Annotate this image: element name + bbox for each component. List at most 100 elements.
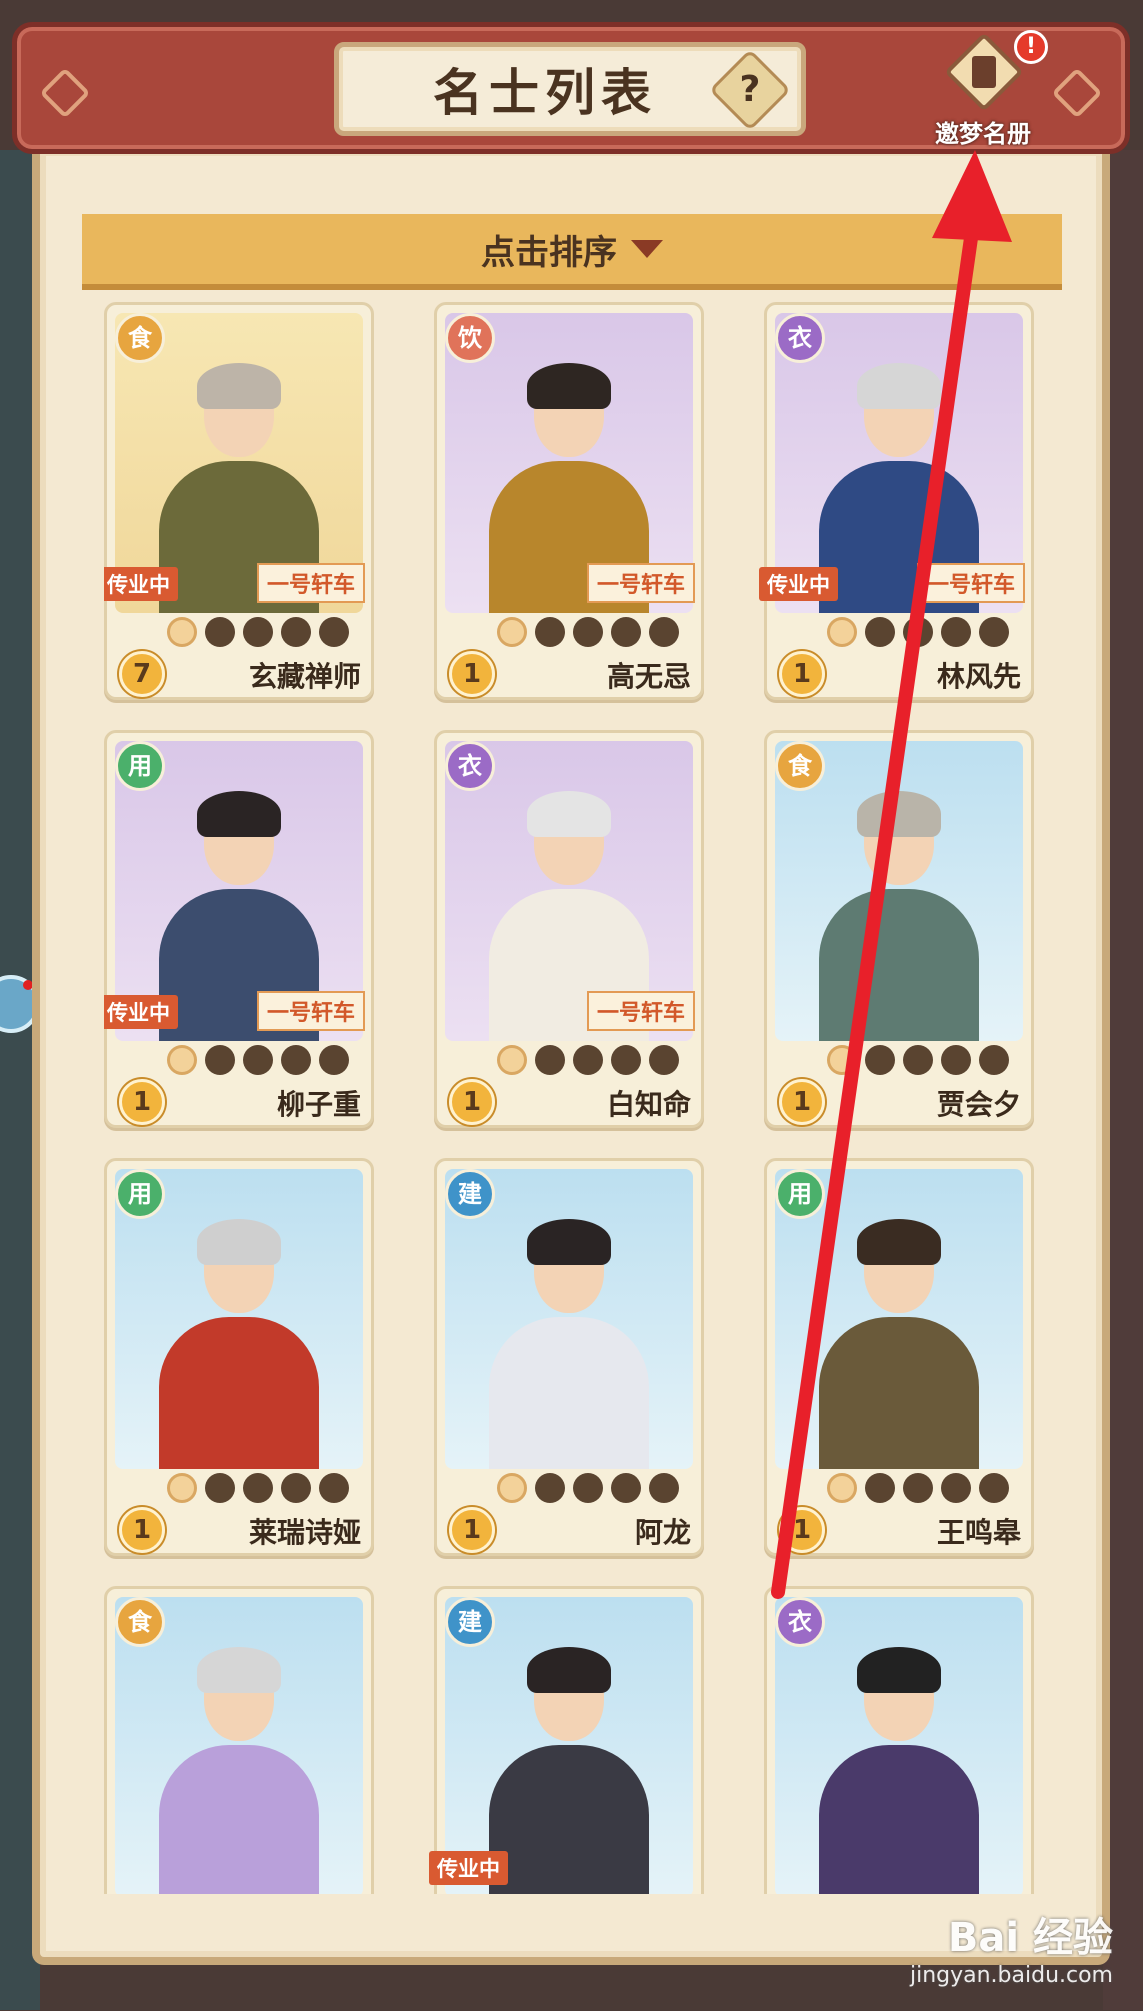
type-badge: 衣: [775, 313, 825, 363]
star-icon: [941, 617, 971, 647]
star-icon: [497, 1473, 527, 1503]
celebrity-card[interactable]: 衣一号轩车 传业中 1 林风先: [759, 302, 1034, 700]
star-icon: [649, 1473, 679, 1503]
character-figure: [819, 791, 979, 1041]
character-figure: [159, 1219, 319, 1469]
cart-tag: 一号轩车: [586, 563, 695, 603]
star-icon: [319, 1045, 349, 1075]
celebrity-card[interactable]: 衣一号轩车 1 白知命: [434, 730, 704, 1128]
star-rating: [827, 1045, 1009, 1075]
celebrity-name: 白知命: [606, 1088, 691, 1121]
help-button[interactable]: ?: [708, 48, 792, 132]
star-rating: [497, 1045, 679, 1075]
teaching-tag: 传业中: [429, 1851, 508, 1885]
teaching-tag: 传业中: [759, 567, 838, 601]
star-icon: [167, 617, 197, 647]
star-icon: [167, 1045, 197, 1075]
level-badge: 1: [449, 651, 495, 697]
star-rating: [827, 617, 1009, 647]
celebrity-name: 阿龙: [634, 1516, 691, 1549]
character-figure: [159, 1647, 319, 1894]
celebrity-card[interactable]: 食一号轩车 传业中 7 玄藏禅师: [104, 302, 374, 700]
star-icon: [941, 1045, 971, 1075]
type-badge: 食: [115, 313, 165, 363]
star-icon: [497, 617, 527, 647]
star-icon: [535, 617, 565, 647]
star-icon: [497, 1045, 527, 1075]
cart-tag: 一号轩车: [256, 991, 365, 1031]
level-badge: 1: [119, 1079, 165, 1125]
question-icon: ?: [739, 69, 761, 110]
triangle-down-icon: [631, 240, 663, 258]
star-rating: [167, 1045, 349, 1075]
star-icon: [319, 617, 349, 647]
character-figure: [489, 1219, 649, 1469]
star-icon: [281, 617, 311, 647]
star-rating: [167, 1473, 349, 1503]
type-badge: 用: [115, 1169, 165, 1219]
star-icon: [611, 617, 641, 647]
star-icon: [243, 617, 273, 647]
celebrity-card[interactable]: 用一号轩车 传业中 1 柳子重: [104, 730, 374, 1128]
celebrity-card[interactable]: 食: [104, 1586, 374, 1894]
celebrity-card[interactable]: 建传业中: [429, 1586, 704, 1894]
type-badge: 用: [775, 1169, 825, 1219]
ornament-icon: [39, 67, 91, 119]
celebrity-name: 莱瑞诗娅: [248, 1516, 361, 1549]
celebrity-card[interactable]: 衣: [764, 1586, 1034, 1894]
star-icon: [243, 1473, 273, 1503]
type-badge: 食: [115, 1597, 165, 1647]
title-plate: 名士列表 ?: [334, 42, 806, 136]
teaching-tag: 传业中: [104, 567, 178, 601]
star-icon: [903, 617, 933, 647]
star-rating: [497, 617, 679, 647]
watermark-main: Bai 经验: [947, 1915, 1113, 1961]
dream-roster-label: 邀梦名册: [935, 119, 1031, 148]
ornament-icon: [1051, 67, 1103, 119]
star-icon: [865, 617, 895, 647]
dream-roster-button[interactable]: ! 邀梦名册: [918, 30, 1048, 150]
star-icon: [979, 617, 1009, 647]
sort-button[interactable]: 点击排序: [82, 214, 1062, 290]
star-icon: [205, 617, 235, 647]
type-badge: 衣: [775, 1597, 825, 1647]
star-icon: [281, 1045, 311, 1075]
star-icon: [535, 1045, 565, 1075]
level-badge: 1: [449, 1079, 495, 1125]
star-icon: [903, 1473, 933, 1503]
celebrity-name: 高无忌: [606, 660, 691, 693]
watermark: Bai 经验 jingyan.baidu.com: [778, 1905, 1143, 2011]
celebrity-grid: 食一号轩车 传业中 7 玄藏禅师饮一号轩车 1 高无忌衣一号轩车 传业中 1 林风先用一号轩车传…: [104, 302, 1040, 1894]
star-icon: [243, 1045, 273, 1075]
celebrity-card[interactable]: 食 1 贾会夕: [764, 730, 1034, 1128]
star-icon: [573, 1473, 603, 1503]
character-figure: [819, 1219, 979, 1469]
star-icon: [573, 617, 603, 647]
teaching-tag: 传业中: [104, 995, 178, 1029]
star-icon: [941, 1473, 971, 1503]
cart-tag: 一号轩车: [256, 563, 365, 603]
level-badge: 1: [779, 651, 825, 697]
star-icon: [205, 1473, 235, 1503]
star-icon: [611, 1473, 641, 1503]
star-icon: [535, 1473, 565, 1503]
celebrity-card[interactable]: 用 1 莱瑞诗娅: [104, 1158, 374, 1556]
celebrity-card[interactable]: 饮一号轩车 1 高无忌: [434, 302, 704, 700]
page-title: 名士列表: [433, 63, 657, 122]
character-figure: [819, 1647, 979, 1894]
star-icon: [827, 1045, 857, 1075]
star-icon: [979, 1473, 1009, 1503]
type-badge: 食: [775, 741, 825, 791]
celebrity-card[interactable]: 用 1 王鸣皋: [764, 1158, 1034, 1556]
alert-badge: !: [1014, 30, 1048, 64]
character-figure: [489, 1647, 649, 1894]
cart-tag: 一号轩车: [586, 991, 695, 1031]
level-badge: 1: [449, 1507, 495, 1553]
level-badge: 1: [119, 1507, 165, 1553]
celebrity-name: 王鸣皋: [936, 1516, 1021, 1549]
star-rating: [497, 1473, 679, 1503]
level-badge: 1: [779, 1079, 825, 1125]
type-badge: 用: [115, 741, 165, 791]
celebrity-card[interactable]: 建 1 阿龙: [434, 1158, 704, 1556]
star-icon: [167, 1473, 197, 1503]
